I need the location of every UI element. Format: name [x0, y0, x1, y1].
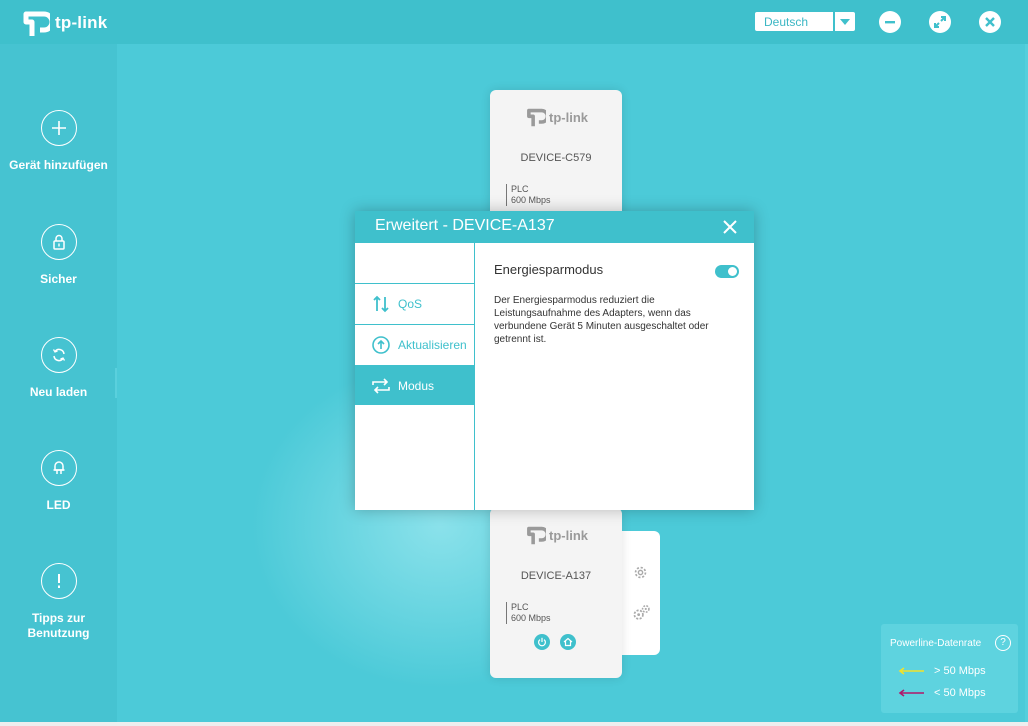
- setting-description: Der Energiesparmodus reduziert die Leist…: [494, 295, 709, 345]
- nav-item-label: QoS: [398, 296, 423, 311]
- settings-gear-button[interactable]: [632, 564, 649, 586]
- power-icon: [534, 634, 550, 650]
- exclamation-icon: [40, 563, 77, 599]
- advanced-dialog: Erweitert - DEVICE-A137 QoS Aktualisiere…: [355, 211, 754, 510]
- power-saving-toggle[interactable]: [715, 265, 739, 278]
- refresh-icon: [40, 337, 77, 373]
- legend-item-low: < 50 Mbps: [898, 687, 986, 699]
- sidebar-item-led[interactable]: LED: [0, 450, 117, 513]
- sidebar-item-label: LED: [46, 498, 71, 512]
- nav-item-mode[interactable]: Modus: [355, 365, 474, 405]
- dialog-header: Erweitert - DEVICE-A137: [355, 211, 754, 243]
- device-spec-type: PLC: [511, 602, 529, 612]
- lock-icon: [40, 224, 77, 260]
- device-logo: tp-link: [526, 525, 588, 545]
- device-card-a137[interactable]: tp-link DEVICE-A137 PLC 600 Mbps: [490, 508, 622, 678]
- nav-item-qos[interactable]: QoS: [355, 283, 474, 323]
- powerline-rate-legend: Powerline-Datenrate ? > 50 Mbps < 50 Mbp…: [881, 624, 1018, 713]
- tp-link-logo-icon: [527, 526, 546, 545]
- device-spec: PLC 600 Mbps: [506, 184, 551, 206]
- sidebar-item-label: Sicher: [40, 272, 77, 286]
- advanced-settings-button[interactable]: [632, 604, 651, 626]
- taskbar-edge: [0, 722, 1028, 726]
- device-brand: tp-link: [549, 527, 588, 543]
- language-value: Deutsch: [764, 15, 809, 29]
- tp-link-logo-icon: [527, 108, 546, 127]
- nav-item-label: Aktualisieren: [398, 337, 467, 352]
- minimize-button[interactable]: [879, 11, 901, 33]
- close-icon: [985, 17, 995, 27]
- gear-icon: [634, 566, 647, 579]
- legend-title: Powerline-Datenrate: [890, 638, 982, 649]
- device-logo: tp-link: [526, 107, 588, 127]
- sidebar-item-reload[interactable]: Neu laden: [0, 337, 117, 400]
- magenta-arrow-icon: [898, 689, 924, 697]
- sidebar-item-tips[interactable]: Tipps zur Benutzung: [0, 563, 117, 641]
- setting-title: Energiesparmodus: [494, 262, 604, 277]
- tp-link-logo-icon: [23, 11, 50, 36]
- close-dialog-button[interactable]: [722, 219, 738, 235]
- device-spec: PLC 600 Mbps: [506, 602, 551, 624]
- device-spec-rate: 600 Mbps: [511, 195, 551, 205]
- chevron-down-icon[interactable]: [833, 12, 855, 31]
- device-brand: tp-link: [549, 109, 588, 125]
- sidebar-item-label: Tipps zur Benutzung: [27, 611, 90, 640]
- nav-item-label: Modus: [398, 378, 435, 393]
- maximize-button[interactable]: [929, 11, 951, 33]
- sidebar-item-label: Neu laden: [29, 385, 88, 399]
- close-window-button[interactable]: [979, 11, 1001, 33]
- sidebar-item-secure[interactable]: Sicher: [0, 224, 117, 287]
- nav-item-update[interactable]: Aktualisieren: [355, 324, 474, 364]
- qos-icon: [370, 295, 392, 313]
- sidebar-item-label: Gerät hinzufügen: [9, 158, 108, 172]
- close-icon: [723, 220, 737, 234]
- home-icon: [560, 634, 576, 650]
- language-select[interactable]: Deutsch: [755, 12, 855, 31]
- device-spec-rate: 600 Mbps: [511, 613, 551, 623]
- legend-item-label: > 50 Mbps: [934, 665, 986, 677]
- device-status-icons: [534, 634, 576, 650]
- device-card-c579[interactable]: tp-link DEVICE-C579 PLC 600 Mbps: [490, 90, 622, 230]
- toggle-knob: [728, 267, 737, 276]
- led-icon: [40, 450, 77, 486]
- device-action-panel: [620, 531, 660, 655]
- tp-link-logo: tp-link: [22, 9, 107, 37]
- legend-item-label: < 50 Mbps: [934, 687, 986, 699]
- sidebar-item-add-device[interactable]: Gerät hinzufügen: [0, 110, 117, 173]
- title-bar: tp-link Deutsch: [0, 0, 1028, 44]
- expand-icon: [934, 16, 946, 28]
- plus-icon: [40, 110, 77, 146]
- upload-icon: [370, 335, 392, 354]
- device-spec-type: PLC: [511, 184, 529, 194]
- device-name: DEVICE-C579: [520, 152, 592, 164]
- legend-item-high: > 50 Mbps: [898, 665, 986, 677]
- help-icon[interactable]: ?: [995, 635, 1011, 651]
- device-name: DEVICE-A137: [520, 570, 592, 582]
- sidebar: Gerät hinzufügen Sicher Neu laden LED Ti…: [0, 44, 117, 726]
- dialog-title: Erweitert - DEVICE-A137: [375, 217, 555, 234]
- yellow-arrow-icon: [898, 667, 924, 675]
- brand-name: tp-link: [55, 13, 108, 32]
- dialog-nav: QoS Aktualisieren Modus: [355, 243, 475, 510]
- minus-icon: [885, 21, 895, 24]
- gears-icon: [633, 604, 650, 620]
- mode-icon: [370, 377, 392, 394]
